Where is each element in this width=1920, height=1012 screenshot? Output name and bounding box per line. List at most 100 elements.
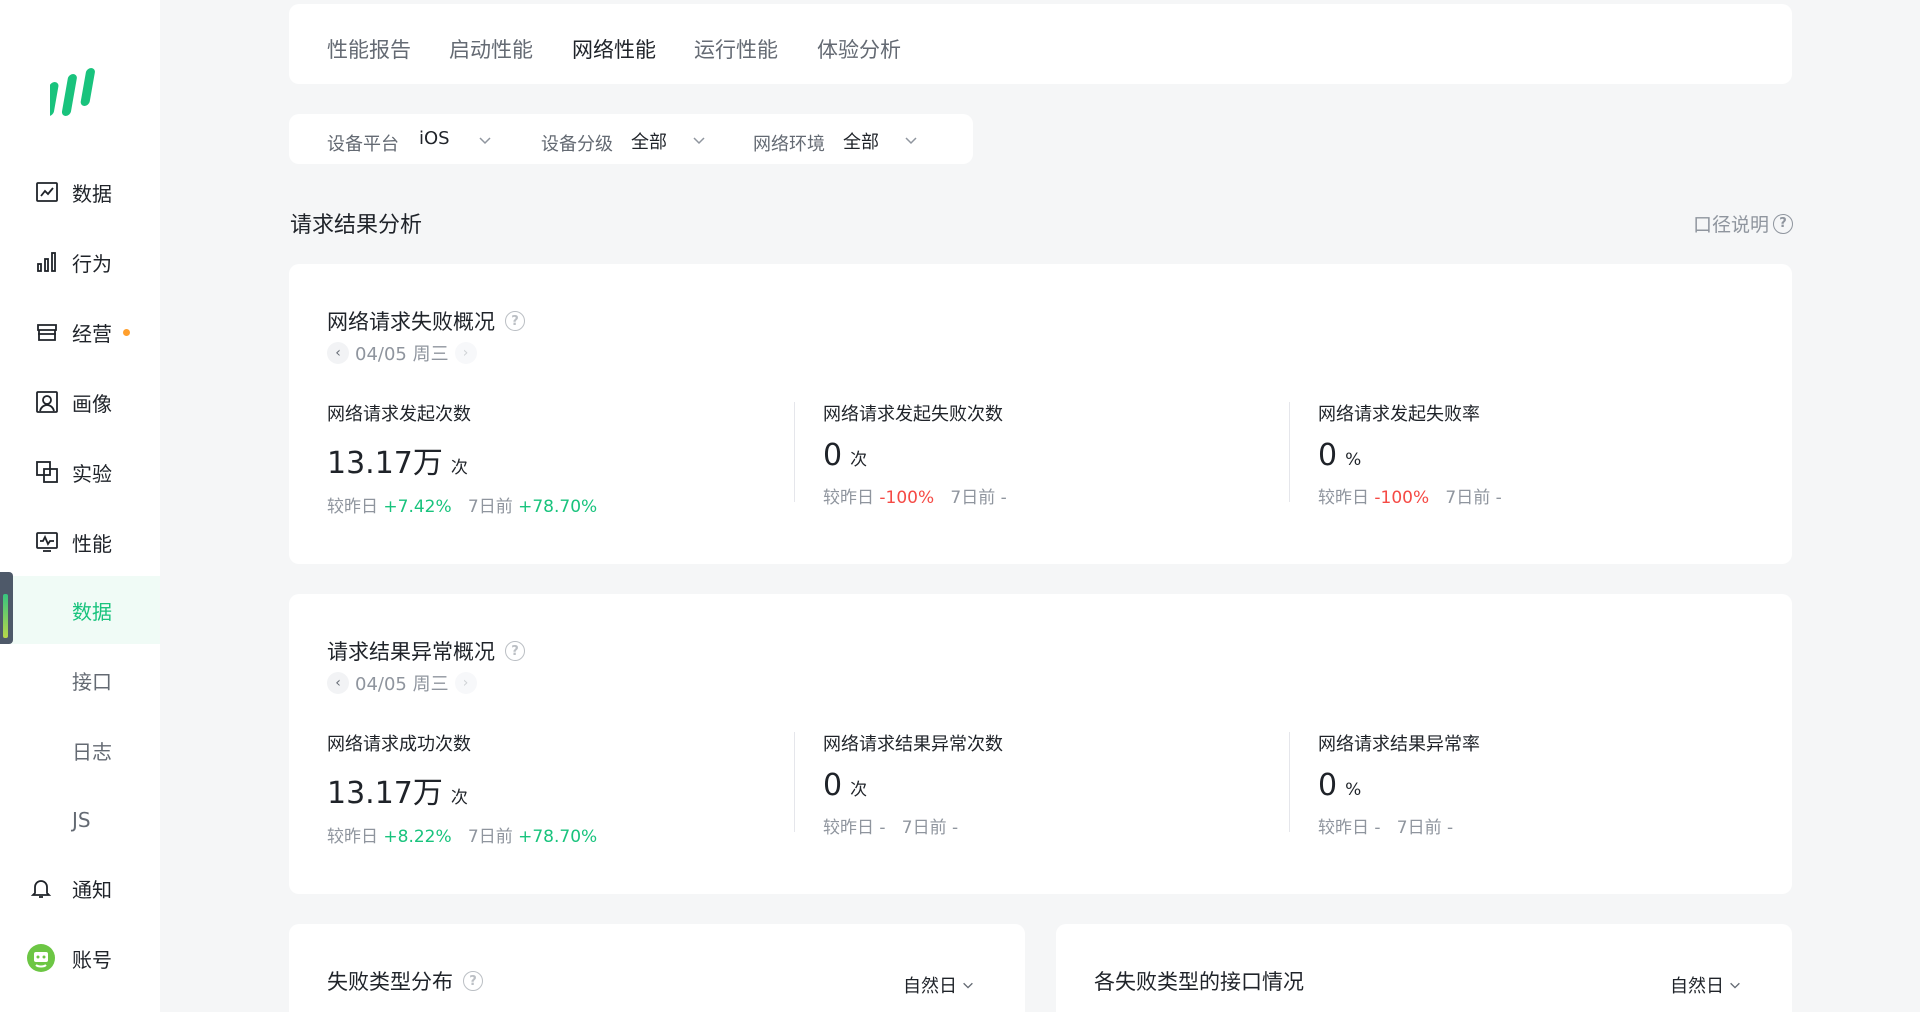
compare-day-label: 较昨日 <box>1318 818 1369 838</box>
metric-value: 0% <box>1318 768 1778 803</box>
filter-device-level-select[interactable]: 全部 <box>631 128 667 154</box>
tab-network-performance[interactable]: 网络性能 <box>572 34 656 64</box>
chevron-down-icon <box>1730 982 1740 989</box>
chevron-down-icon[interactable] <box>903 132 919 148</box>
request-result-anomaly-card: 请求结果异常概况 ? ‹ 04/05 周三 › 网络请求成功次数 13.17万次… <box>289 594 1792 894</box>
metric-compare: 较昨日 -100% 7日前 - <box>823 483 1283 508</box>
compare-day-label: 较昨日 <box>327 827 378 847</box>
sidebar-item-data[interactable]: 数据 <box>0 164 160 220</box>
chevron-right-icon[interactable]: › <box>454 342 477 364</box>
app-logo-icon[interactable] <box>50 66 102 122</box>
tab-bar: 性能报告 启动性能 网络性能 运行性能 体验分析 <box>289 4 1792 84</box>
compare-day-label: 较昨日 <box>823 488 874 508</box>
help-icon[interactable]: ? <box>463 971 483 991</box>
compare-week-value: +78.70% <box>518 497 598 517</box>
caliber-explanation-link[interactable]: 口径说明 ? <box>1693 210 1793 237</box>
help-icon[interactable]: ? <box>505 641 525 661</box>
filter-platform-select[interactable]: iOS <box>419 128 450 149</box>
compare-day-value: +7.42% <box>383 497 452 517</box>
metric-block: 网络请求结果异常率 0% 较昨日 - 7日前 - <box>1318 730 1778 838</box>
metric-block: 网络请求发起失败率 0% 较昨日 -100% 7日前 - <box>1318 400 1778 508</box>
compare-week-label: 7日前 <box>1445 488 1491 508</box>
filter-network-select[interactable]: 全部 <box>843 128 879 154</box>
bar-chart-icon <box>34 249 60 275</box>
metric-block: 网络请求发起失败次数 0次 较昨日 -100% 7日前 - <box>823 400 1283 508</box>
compare-day-label: 较昨日 <box>327 497 378 517</box>
period-select-value: 自然日 <box>1670 976 1724 997</box>
failure-type-api-card: 各失败类型的接口情况 自然日 <box>1056 924 1792 1012</box>
sidebar-item-experiment[interactable]: 实验 <box>0 444 160 500</box>
store-icon <box>34 319 60 345</box>
card-title-text: 请求结果异常概况 <box>327 640 495 664</box>
section-title: 请求结果分析 <box>290 213 423 238</box>
metric-label: 网络请求结果异常次数 <box>823 734 1003 755</box>
period-select[interactable]: 自然日 <box>1670 972 1742 998</box>
sidebar-subitem-log[interactable]: 日志 <box>0 716 160 784</box>
metric-divider <box>1289 402 1290 502</box>
filter-platform-label: 设备平台 <box>327 134 399 155</box>
help-icon: ? <box>1773 213 1793 234</box>
tab-runtime-performance[interactable]: 运行性能 <box>694 34 778 64</box>
monitor-icon <box>34 529 60 555</box>
date-switcher: ‹ 04/05 周三 › <box>327 340 477 366</box>
sidebar-item-notification[interactable]: 通知 <box>0 860 160 916</box>
sidebar-item-behavior[interactable]: 行为 <box>0 234 160 290</box>
caliber-label: 口径说明 <box>1692 214 1769 236</box>
compare-week-value: - <box>1495 488 1502 508</box>
card-title-text: 网络请求失败概况 <box>327 310 495 334</box>
compare-day-value: - <box>1374 818 1381 838</box>
chevron-down-icon[interactable] <box>477 132 493 148</box>
sidebar-item-portrait[interactable]: 画像 <box>0 374 160 430</box>
metric-label: 网络请求成功次数 <box>327 734 471 755</box>
metric-compare: 较昨日 - 7日前 - <box>823 813 1283 838</box>
card-title: 各失败类型的接口情况 <box>1094 966 1304 996</box>
failure-type-distribution-card: 失败类型分布 ? 自然日 <box>289 924 1025 1012</box>
tab-experience-analysis[interactable]: 体验分析 <box>817 34 901 64</box>
portrait-icon <box>34 389 60 415</box>
chart-line-icon <box>34 179 60 205</box>
metric-number: 0 <box>823 438 843 473</box>
compare-day-value: -100% <box>1374 488 1430 508</box>
chevron-left-icon[interactable]: ‹ <box>327 672 349 694</box>
date-text: 04/05 周三 <box>355 344 449 365</box>
compare-day-label: 较昨日 <box>823 818 874 838</box>
tab-launch-performance[interactable]: 启动性能 <box>449 34 533 64</box>
metric-number: 13.17万 <box>327 776 443 811</box>
account-avatar-icon <box>26 943 56 973</box>
drag-handle[interactable] <box>0 572 13 644</box>
sidebar-subitem-api[interactable]: 接口 <box>0 646 160 714</box>
metric-unit: 次 <box>450 458 468 478</box>
metric-unit: 次 <box>850 780 868 800</box>
network-failure-overview-card: 网络请求失败概况 ? ‹ 04/05 周三 › 网络请求发起次数 13.17万次… <box>289 264 1792 564</box>
chevron-down-icon[interactable] <box>691 132 707 148</box>
metric-value: 13.17万次 <box>327 768 787 812</box>
compare-week-label: 7日前 <box>1396 818 1442 838</box>
experiment-icon <box>34 459 60 485</box>
compare-week-label: 7日前 <box>467 827 513 847</box>
chevron-right-icon[interactable]: › <box>454 672 477 694</box>
compare-week-label: 7日前 <box>901 818 947 838</box>
card-title-text: 各失败类型的接口情况 <box>1094 970 1304 994</box>
card-title: 网络请求失败概况 ? <box>327 306 525 336</box>
sidebar-item-account[interactable]: 账号 <box>0 930 160 986</box>
chevron-left-icon[interactable]: ‹ <box>327 342 349 364</box>
filter-device-level-label: 设备分级 <box>541 134 613 155</box>
sidebar-subitem-js[interactable]: JS <box>0 786 160 854</box>
metric-block: 网络请求发起次数 13.17万次 较昨日 +7.42% 7日前 +78.70% <box>327 400 787 517</box>
metric-label: 网络请求发起失败次数 <box>823 404 1003 425</box>
compare-day-value: -100% <box>879 488 935 508</box>
tab-performance-report[interactable]: 性能报告 <box>327 34 411 64</box>
metric-compare: 较昨日 -100% 7日前 - <box>1318 483 1778 508</box>
help-icon[interactable]: ? <box>505 311 525 331</box>
sidebar-item-performance[interactable]: 性能 <box>0 514 160 570</box>
sidebar-item-operation[interactable]: 经营 <box>0 304 160 360</box>
metric-unit: % <box>1345 450 1362 470</box>
period-select[interactable]: 自然日 <box>903 972 975 998</box>
compare-week-label: 7日前 <box>467 497 513 517</box>
metric-value: 0次 <box>823 438 1283 473</box>
metric-block: 网络请求结果异常次数 0次 较昨日 - 7日前 - <box>823 730 1283 838</box>
metric-unit: % <box>1345 780 1362 800</box>
sidebar-subitem-data[interactable]: 数据 <box>0 576 160 644</box>
card-title-text: 失败类型分布 <box>327 970 453 994</box>
metric-block: 网络请求成功次数 13.17万次 较昨日 +8.22% 7日前 +78.70% <box>327 730 787 847</box>
